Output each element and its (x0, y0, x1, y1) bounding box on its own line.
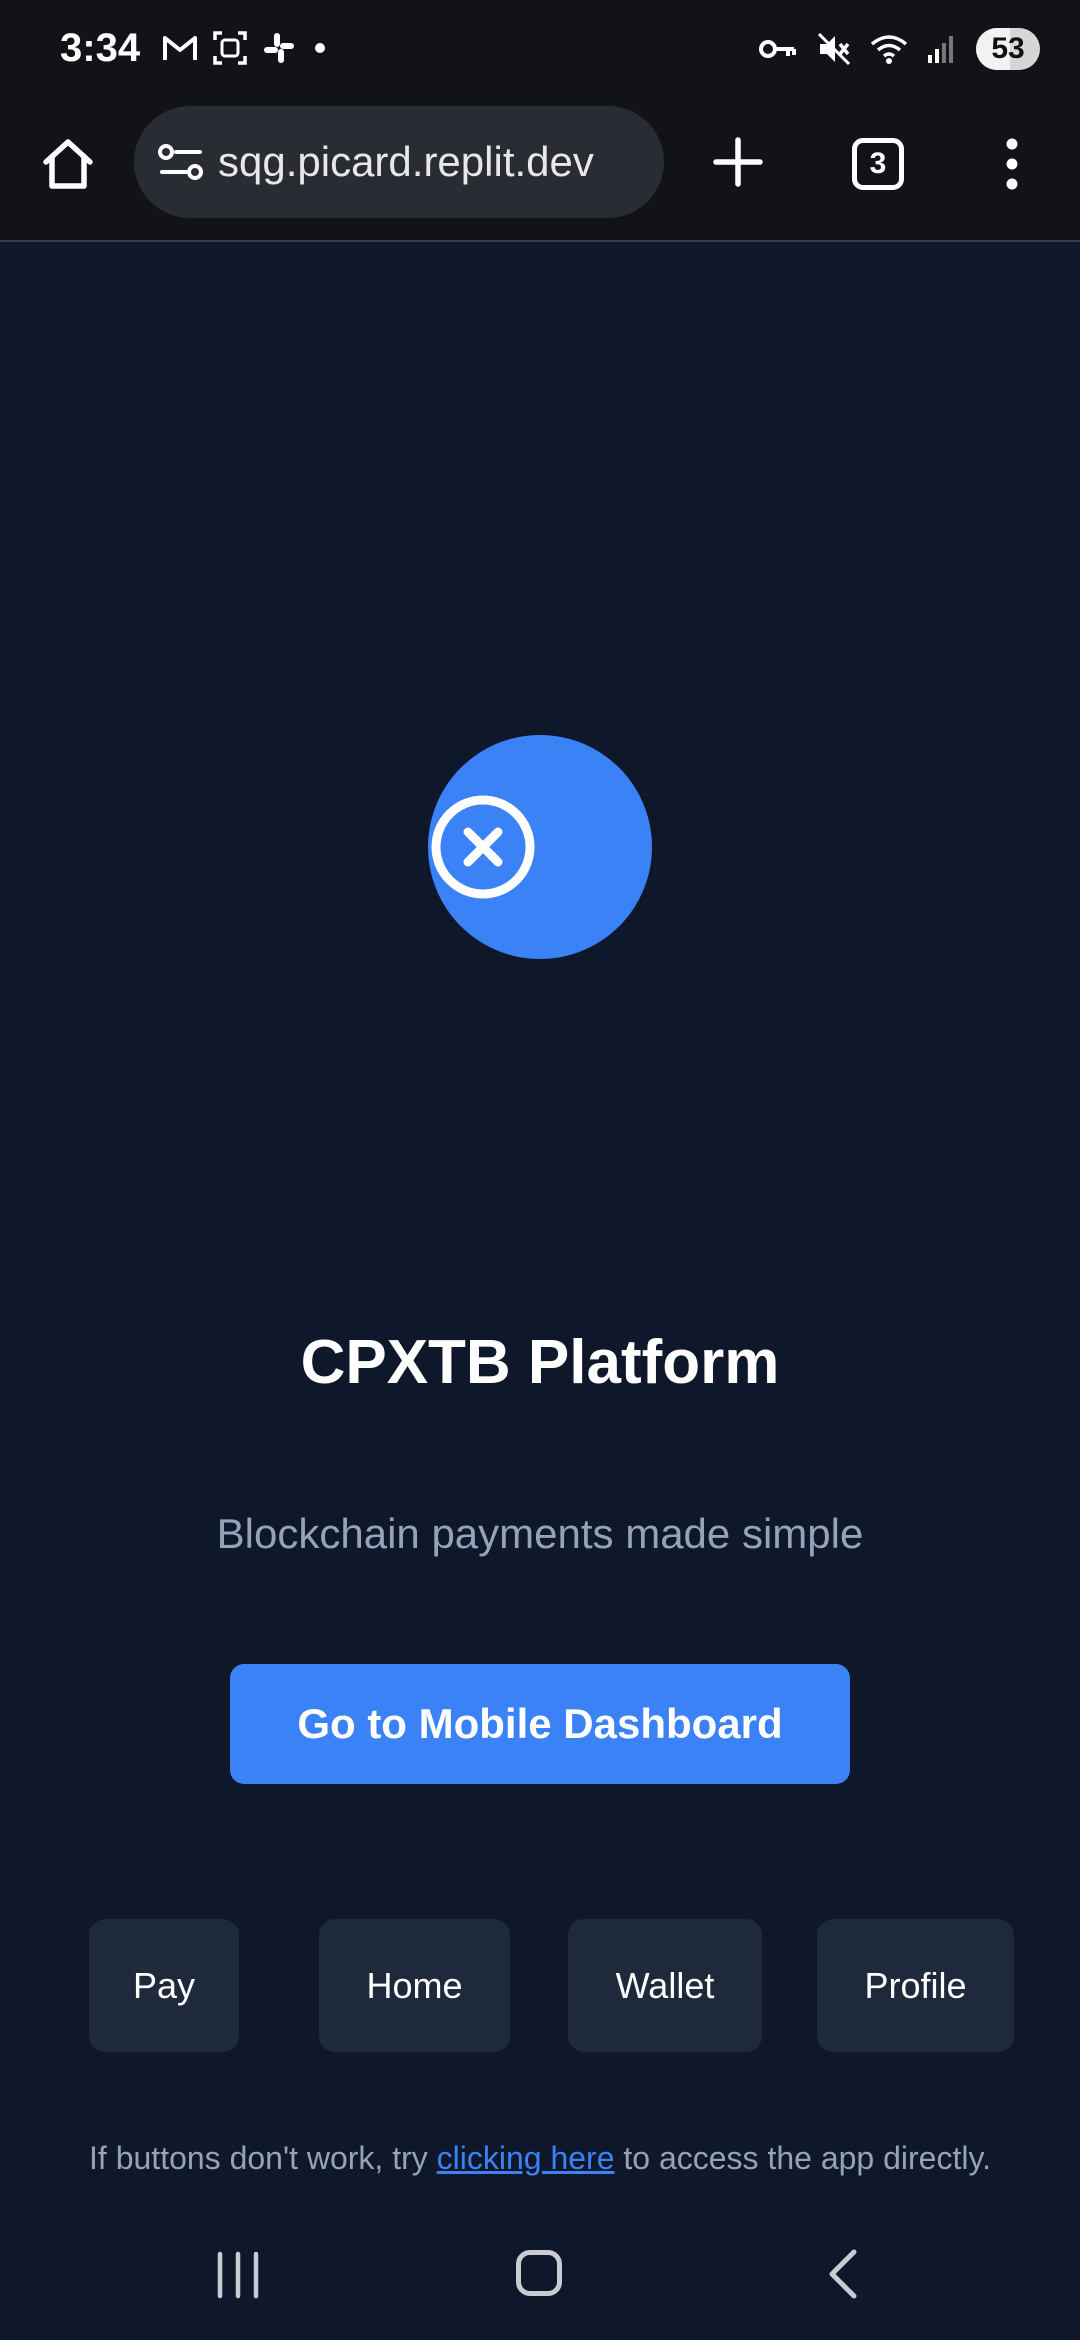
address-bar[interactable]: sqg.picard.replit.dev (134, 106, 664, 218)
battery-indicator: 53 (976, 28, 1040, 70)
battery-level: 53 (991, 32, 1025, 65)
recent-apps-icon[interactable] (216, 2250, 260, 2300)
wifi-icon (870, 35, 908, 64)
home-button[interactable]: Home (319, 1919, 510, 2052)
footer-note: If buttons don't work, try clicking here… (0, 2140, 1080, 2177)
back-icon[interactable] (826, 2248, 860, 2300)
new-tab-icon[interactable] (710, 134, 766, 190)
close-circle-icon (431, 795, 535, 899)
more-menu-icon[interactable] (998, 136, 1026, 192)
app-logo (428, 735, 652, 959)
direct-access-link[interactable]: clicking here (437, 2140, 615, 2176)
gmail-icon (163, 36, 197, 60)
mute-icon (817, 32, 851, 66)
tab-switcher-button[interactable]: 3 (852, 138, 904, 190)
pay-button[interactable]: Pay (89, 1919, 239, 2052)
system-nav-bar (0, 2210, 1080, 2340)
slack-icon (264, 33, 294, 63)
system-home-icon[interactable] (516, 2250, 562, 2296)
status-time: 3:34 (60, 26, 141, 70)
status-left-icons (162, 30, 330, 66)
profile-button[interactable]: Profile (817, 1919, 1014, 2052)
site-settings-icon[interactable] (158, 142, 204, 182)
page-title: CPXTB Platform (300, 1328, 780, 1397)
status-bar: 3:34 53 (0, 0, 1080, 100)
mobile-dashboard-button[interactable]: Go to Mobile Dashboard (230, 1664, 850, 1784)
tab-count: 3 (869, 147, 887, 180)
signal-icon (928, 36, 953, 63)
vpn-key-icon (759, 40, 796, 58)
screenshot-icon (213, 31, 247, 65)
wallet-button[interactable]: Wallet (568, 1919, 762, 2052)
page-content: CPXTB Platform Blockchain payments made … (0, 242, 1080, 2210)
footer-text-before: If buttons don't work, try (89, 2140, 437, 2176)
home-icon[interactable] (38, 134, 98, 194)
footer-text-after: to access the app directly. (614, 2140, 991, 2176)
dot-icon (315, 43, 325, 53)
url-text[interactable]: sqg.picard.replit.dev (218, 138, 594, 186)
status-right-icons: 53 (758, 28, 1040, 70)
browser-toolbar: sqg.picard.replit.dev 3 (0, 100, 1080, 242)
page-subtitle: Blockchain payments made simple (216, 1510, 864, 1557)
